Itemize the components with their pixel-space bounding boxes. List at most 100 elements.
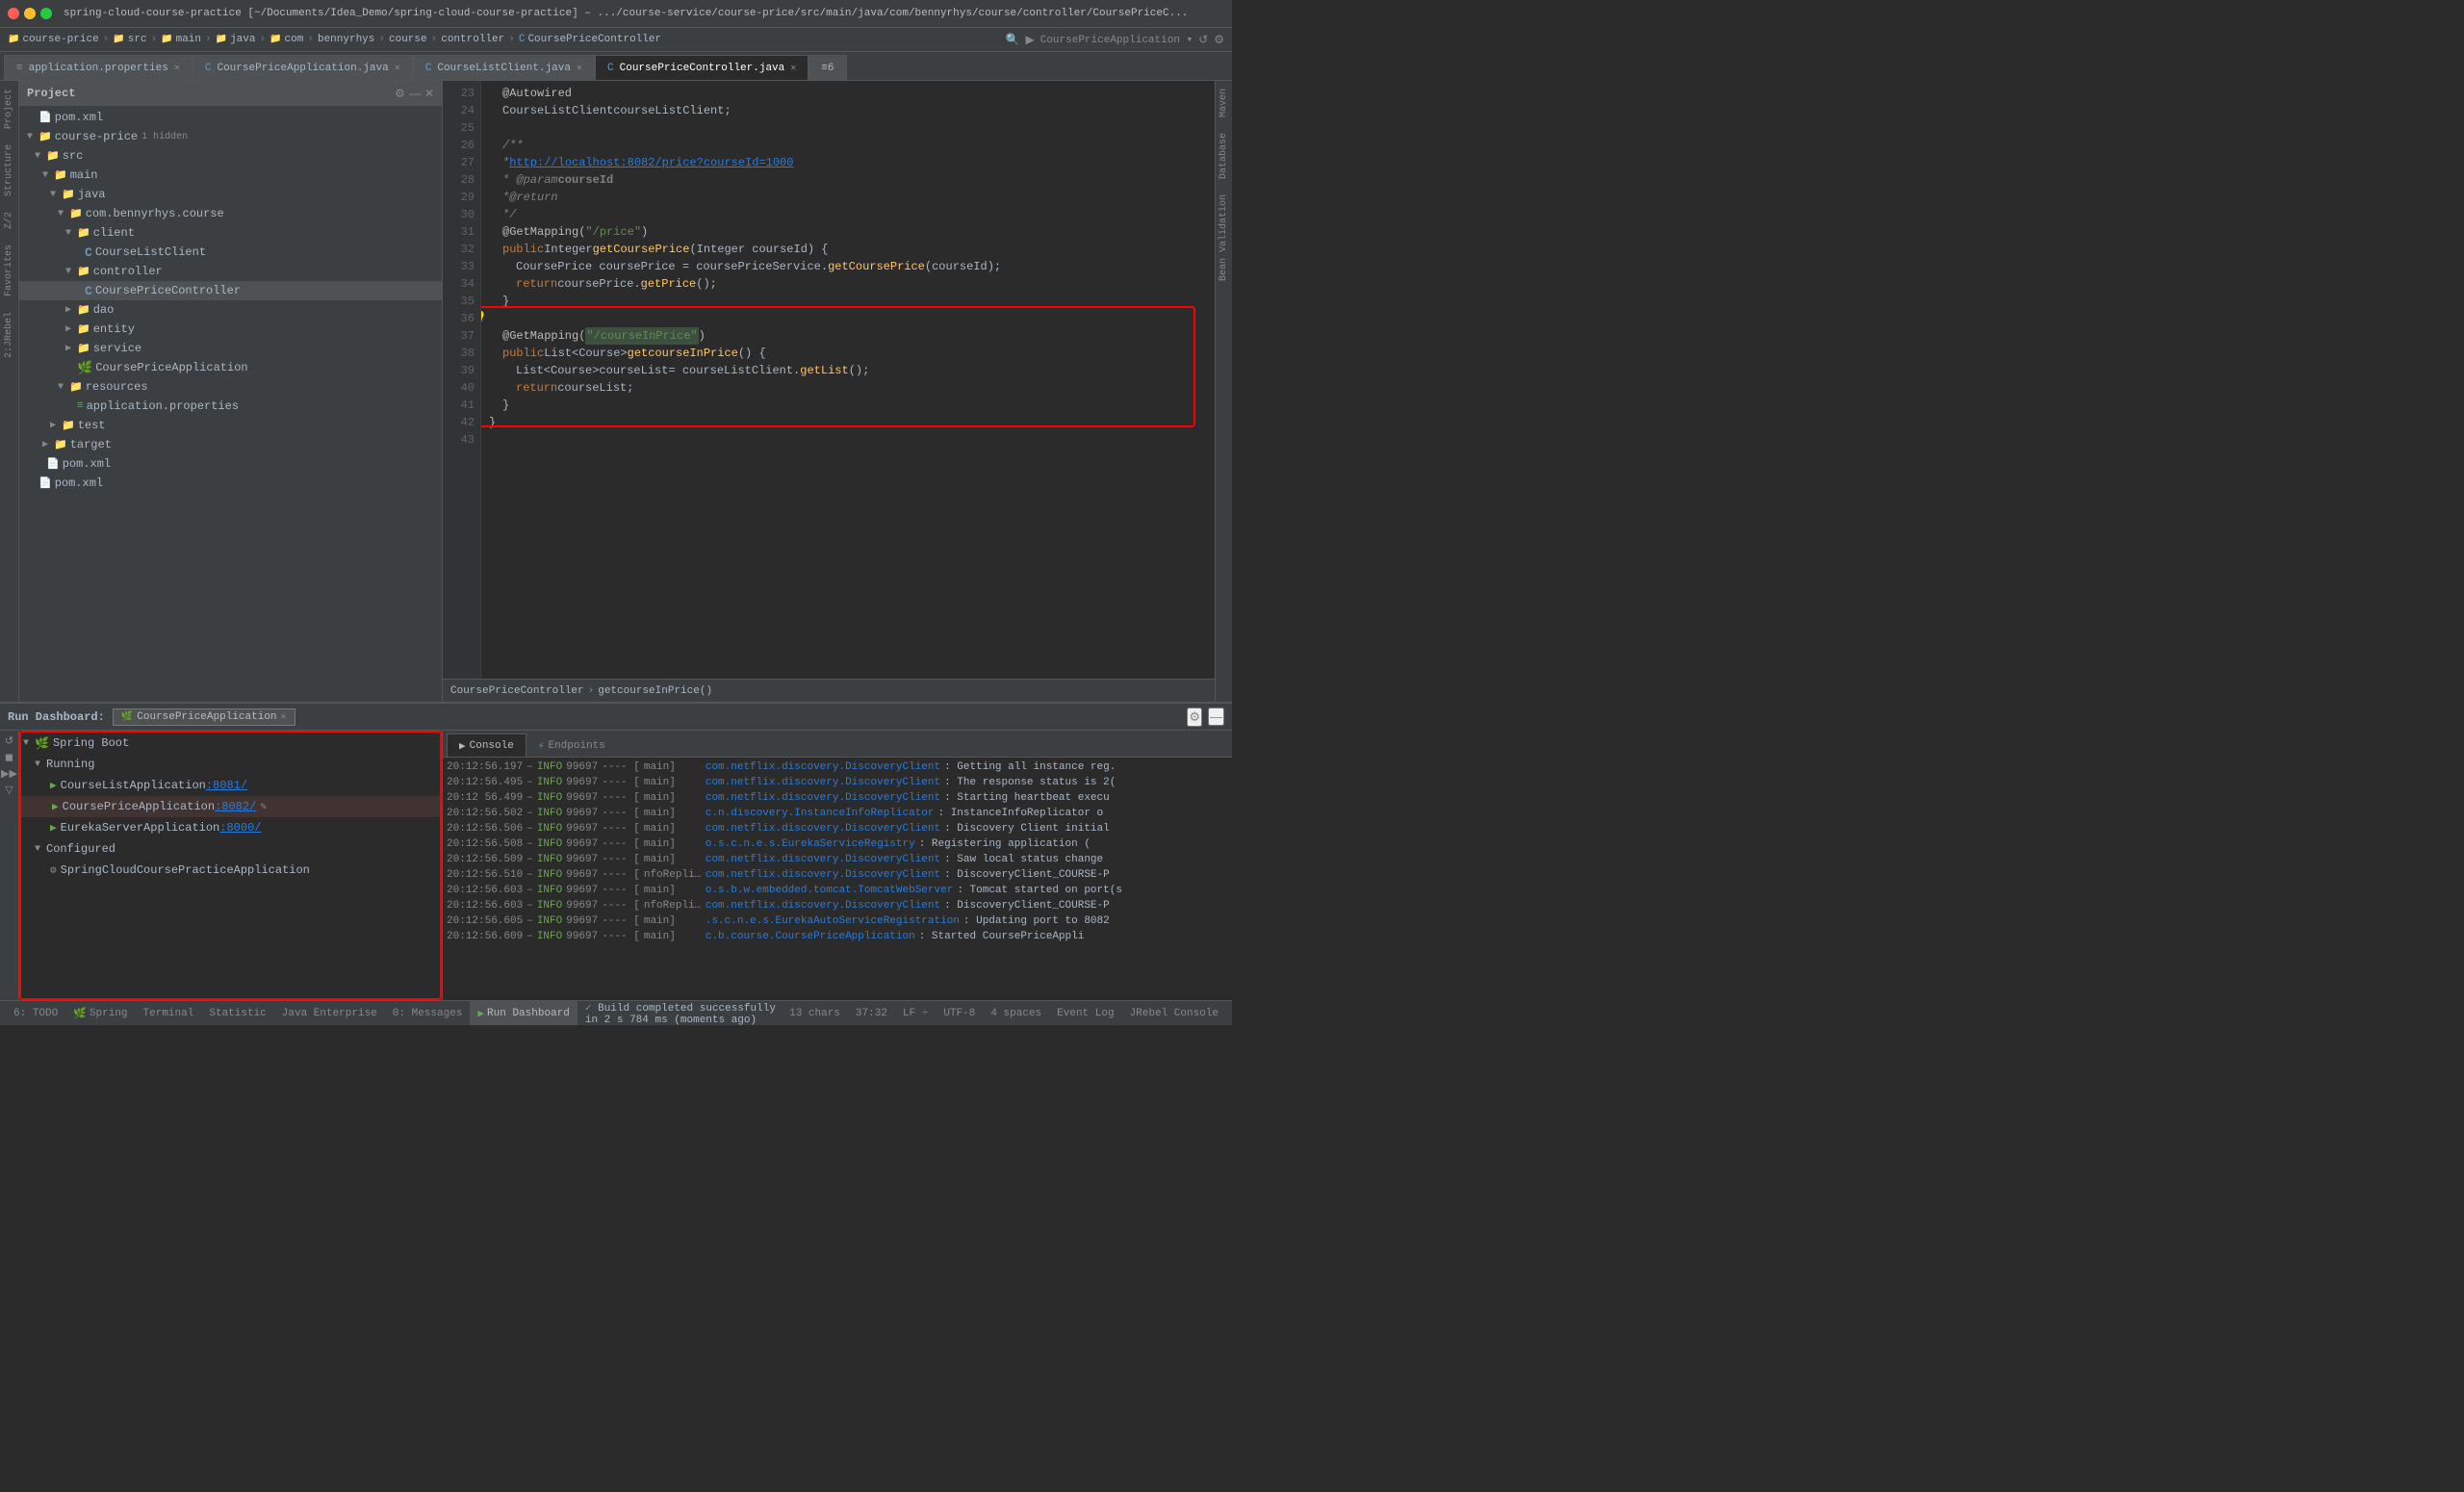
tree-item-course-price[interactable]: ▼ 📁 course-price 1 hidden — [19, 127, 442, 146]
code-lines[interactable]: @Autowired CourseListClient courseListCl… — [481, 81, 1215, 679]
run-tab-courseprice[interactable]: 🌿 CoursePriceApplication ✕ — [113, 708, 295, 726]
sidebar-item-structure[interactable]: Structure — [2, 137, 16, 204]
folder-icon: 📁 — [270, 34, 281, 45]
tree-item-main[interactable]: ▼ 📁 main — [19, 166, 442, 185]
tree-item-pom-course[interactable]: 📄 pom.xml — [19, 454, 442, 474]
status-encoding[interactable]: UTF-8 — [936, 1008, 983, 1019]
left-vertical-tabs: Project Structure Z/2 Favorites 2:JRebel — [0, 81, 19, 702]
status-item-statistic[interactable]: Statistic — [201, 1001, 273, 1025]
breadcrumb-item[interactable]: bennyrhys — [318, 34, 374, 45]
console-area: ▶ Console ⚡ Endpoints 20:12:56.197 – INF… — [443, 731, 1232, 1000]
app-selector[interactable]: CoursePriceApplication ▾ — [1040, 33, 1193, 46]
tree-item-app-properties[interactable]: ≡ application.properties — [19, 397, 442, 416]
tab-courseprice-app[interactable]: C CoursePriceApplication.java ✕ — [192, 55, 413, 80]
editor-breadcrumb-class: CoursePriceController — [450, 685, 584, 697]
tab-overflow[interactable]: ≡6 — [808, 55, 846, 80]
filter-icon[interactable]: ▽ — [5, 784, 13, 796]
service-group-running: ▼ Running ▶ CourseListApplication :8081/… — [19, 754, 442, 838]
edit-icon[interactable]: ✎ — [260, 800, 267, 813]
status-item-todo[interactable]: 6: TODO — [6, 1001, 65, 1025]
breadcrumb-item[interactable]: 📁 course-price — [8, 34, 99, 45]
restart-icon[interactable]: ↺ — [5, 734, 13, 747]
service-item-eureka[interactable]: ▶ EurekaServerApplication :8000/ — [19, 817, 442, 838]
tree-item-resources[interactable]: ▼ 📁 resources — [19, 377, 442, 397]
service-item-courseprice[interactable]: ▶ CoursePriceApplication :8082/ ✎ — [19, 796, 442, 817]
tree-item-java[interactable]: ▼ 📁 java — [19, 185, 442, 204]
tree-item-com-bennyrhys[interactable]: ▼ 📁 com.bennyrhys.course — [19, 204, 442, 223]
breadcrumb-item[interactable]: course — [389, 34, 427, 45]
tab-properties[interactable]: ≡ application.properties ✕ — [4, 55, 192, 80]
status-line-ending[interactable]: LF ÷ — [895, 1008, 936, 1019]
stop-icon[interactable]: ◼ — [5, 751, 13, 763]
tab-courselistclient[interactable]: C CourseListClient.java ✕ — [413, 55, 595, 80]
tab-endpoints[interactable]: ⚡ Endpoints — [526, 733, 617, 757]
status-item-java-enterprise[interactable]: Java Enterprise — [274, 1001, 385, 1025]
tree-item-pom-root[interactable]: 📄 pom.xml — [19, 108, 442, 127]
folder-icon: 📁 — [62, 419, 75, 432]
tree-item-controller[interactable]: ▼ 📁 controller — [19, 262, 442, 281]
tab-close-icon[interactable]: ✕ — [790, 63, 796, 74]
breadcrumb-item[interactable]: 📁 main — [161, 34, 201, 45]
settings-icon[interactable]: ⚙ — [1214, 33, 1224, 46]
status-item-jrebel[interactable]: JRebel Console — [1122, 1008, 1226, 1019]
tree-item-entity[interactable]: ▶ 📁 entity — [19, 320, 442, 339]
maximize-button[interactable] — [40, 8, 52, 19]
breadcrumb-item[interactable]: controller — [441, 34, 504, 45]
status-item-spring[interactable]: 🌿 Spring — [65, 1001, 135, 1025]
service-configured-header[interactable]: ▼ Configured — [19, 838, 442, 860]
tree-item-courselistclient[interactable]: C CourseListClient — [19, 243, 442, 262]
tab-close-icon[interactable]: ✕ — [281, 711, 287, 723]
breadcrumb-item[interactable]: 📁 src — [113, 34, 146, 45]
status-position[interactable]: 37:32 — [848, 1008, 895, 1019]
sidebar-item-project[interactable]: Project — [2, 81, 16, 137]
service-running-header[interactable]: ▼ Running — [19, 754, 442, 775]
service-item-springcloud[interactable]: ⚙ SpringCloudCoursePracticeApplication — [19, 860, 442, 881]
project-tree: 📄 pom.xml ▼ 📁 course-price 1 hidden ▼ 📁 … — [19, 106, 442, 702]
service-group-springboot: ▼ 🌿 Spring Boot ▼ Running ▶ Course — [19, 733, 442, 881]
status-item-messages[interactable]: 0: Messages — [385, 1001, 471, 1025]
service-group-springboot-header[interactable]: ▼ 🌿 Spring Boot — [19, 733, 442, 754]
settings-gear-icon[interactable]: ⚙ — [395, 87, 405, 100]
run-all-icon[interactable]: ▶▶ — [1, 767, 17, 780]
status-item-run-dashboard[interactable]: ▶ Run Dashboard — [470, 1001, 577, 1025]
tree-item-dao[interactable]: ▶ 📁 dao — [19, 300, 442, 320]
console-output[interactable]: 20:12:56.197 – INFO 99697 ---- [ main] c… — [443, 758, 1232, 1000]
minimize-icon[interactable]: — — [1208, 707, 1224, 726]
tab-close-icon[interactable]: ✕ — [174, 63, 180, 74]
tab-console[interactable]: ▶ Console — [447, 733, 526, 757]
settings-gear-icon[interactable]: ⚙ — [1187, 707, 1202, 727]
code-line-39: List<Course> courseList = courseListClie… — [489, 362, 1207, 379]
tree-item-service[interactable]: ▶ 📁 service — [19, 339, 442, 358]
service-item-courselistapp[interactable]: ▶ CourseListApplication :8081/ — [19, 775, 442, 796]
collapse-icon[interactable]: — — [409, 87, 421, 100]
refresh-icon[interactable]: ↺ — [1198, 33, 1208, 46]
minimize-button[interactable] — [24, 8, 36, 19]
search-icon[interactable]: 🔍 — [1006, 33, 1020, 46]
status-chars[interactable]: 13 chars — [782, 1008, 848, 1019]
status-item-event-log[interactable]: Event Log — [1049, 1008, 1121, 1019]
sidebar-item-database[interactable]: Database — [1217, 125, 1231, 187]
sidebar-item-favorites[interactable]: Favorites — [2, 237, 16, 304]
editor-breadcrumb-method: getcourseInPrice() — [598, 685, 712, 697]
tab-close-icon[interactable]: ✕ — [395, 63, 400, 74]
close-button[interactable] — [8, 8, 19, 19]
breadcrumb-item[interactable]: 📁 com — [270, 34, 303, 45]
tree-item-target[interactable]: ▶ 📁 target — [19, 435, 442, 454]
tab-coursepricecontroller[interactable]: C CoursePriceController.java ✕ — [595, 55, 808, 80]
tree-item-pom-root2[interactable]: 📄 pom.xml — [19, 474, 442, 493]
sidebar-item-jrebel[interactable]: 2:JRebel — [2, 304, 16, 366]
breadcrumb-item[interactable]: 📁 java — [216, 34, 256, 45]
sidebar-item-bean-validation[interactable]: Bean Validation — [1217, 187, 1231, 289]
tree-item-src[interactable]: ▼ 📁 src — [19, 146, 442, 166]
tree-item-client[interactable]: ▼ 📁 client — [19, 223, 442, 243]
minimize-panel-icon[interactable]: ✕ — [424, 87, 434, 100]
sidebar-item-maven[interactable]: Maven — [1217, 81, 1231, 125]
tree-item-test[interactable]: ▶ 📁 test — [19, 416, 442, 435]
tree-item-courseprice-app[interactable]: 🌿 CoursePriceApplication — [19, 358, 442, 377]
sidebar-item-z2[interactable]: Z/2 — [2, 204, 16, 237]
status-item-terminal[interactable]: Terminal — [136, 1001, 202, 1025]
status-indent[interactable]: 4 spaces — [983, 1008, 1049, 1019]
tab-close-icon[interactable]: ✕ — [577, 63, 582, 74]
run-icon[interactable]: ▶ — [1025, 33, 1034, 46]
tree-item-coursepricecontroller[interactable]: C CoursePriceController — [19, 281, 442, 300]
